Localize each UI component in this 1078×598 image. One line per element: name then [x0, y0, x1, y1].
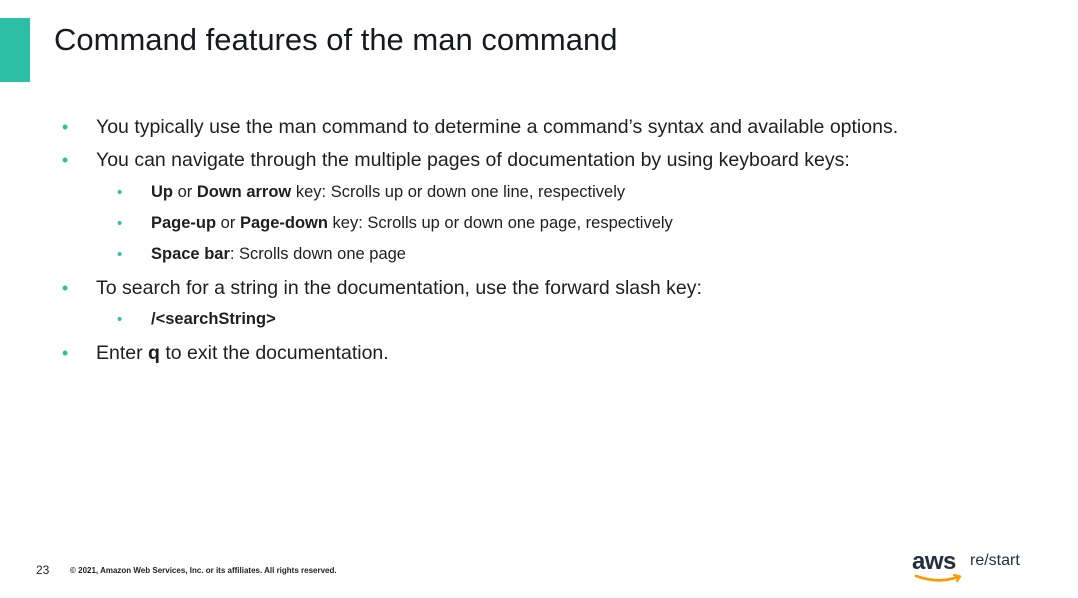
aws-smile-icon [914, 574, 962, 583]
key-name: Down arrow [196, 183, 292, 201]
page-number: 23 [36, 563, 50, 577]
key-name: Page-up [151, 214, 217, 232]
connector-text: or [216, 214, 240, 232]
bullet-text: You typically use the man command to det… [96, 116, 899, 138]
bullet-item: • To search for a string in the document… [62, 277, 702, 300]
sub-bullet-item: • Space bar: Scrolls down one page [117, 245, 406, 264]
bullet-icon: • [117, 246, 123, 263]
bullet-item: • You can navigate through the multiple … [62, 149, 850, 172]
bullet-item: • Enter q to exit the documentation. [62, 342, 389, 365]
bullet-icon: • [62, 278, 69, 298]
slide-title: Command features of the man command [54, 22, 618, 57]
bullet-text-pre: Enter [96, 342, 149, 364]
connector-text: or [173, 183, 197, 201]
copyright-notice: © 2021, Amazon Web Services, Inc. or its… [70, 566, 337, 575]
sub-bullet-item: • Page-up or Page-down key: Scrolls up o… [117, 214, 673, 233]
search-syntax: /<searchString> [151, 310, 276, 328]
bullet-icon: • [117, 311, 123, 328]
aws-restart-logo: aws re/start [912, 548, 1032, 586]
bullet-icon: • [62, 150, 69, 170]
description-text: key: Scrolls up or down one line, respec… [291, 183, 626, 201]
bullet-icon: • [62, 117, 69, 137]
bullet-icon: • [62, 343, 69, 363]
key-name: q [148, 342, 160, 364]
aws-wordmark: aws [912, 548, 956, 575]
bullet-text: To search for a string in the documentat… [96, 277, 702, 299]
bullet-text: You can navigate through the multiple pa… [96, 149, 850, 171]
title-accent-bar [0, 18, 30, 82]
bullet-icon: • [117, 184, 123, 201]
key-name: Page-down [239, 214, 328, 232]
bullet-item: • You typically use the man command to d… [62, 116, 899, 139]
description-text: key: Scrolls up or down one page, respec… [327, 214, 673, 232]
key-name: Up [151, 183, 173, 201]
bullet-icon: • [117, 215, 123, 232]
description-text: : Scrolls down one page [229, 245, 406, 263]
key-name: Space bar [151, 245, 230, 263]
sub-bullet-item: • /<searchString> [117, 310, 276, 329]
bullet-text-post: to exit the documentation. [159, 342, 389, 364]
restart-wordmark: re/start [970, 552, 1020, 569]
sub-bullet-item: • Up or Down arrow key: Scrolls up or do… [117, 183, 626, 202]
